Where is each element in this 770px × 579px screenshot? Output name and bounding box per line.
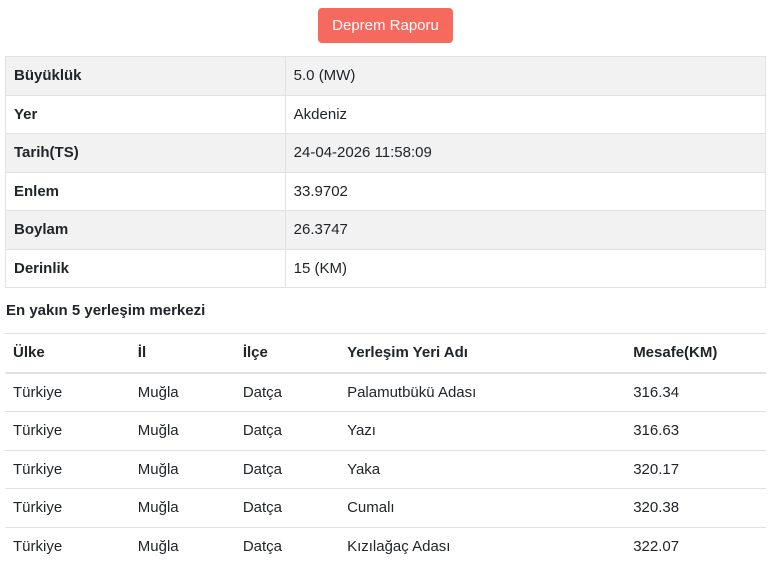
table-cell: Türkiye [5, 526, 130, 565]
detail-label: Yer [5, 94, 286, 134]
table-cell: Muğla [129, 526, 235, 565]
table-header-row: Ülke İl İlçe Yerleşim Yeri Adı Mesafe(KM) [5, 333, 766, 374]
detail-label: Enlem [5, 171, 286, 211]
column-header: İl [129, 333, 235, 374]
table-cell: 320.38 [625, 488, 766, 527]
column-header: Yerleşim Yeri Adı [339, 333, 626, 374]
table-cell: Türkiye [5, 449, 130, 489]
nearest-settlements-heading: En yakın 5 yerleşim merkezi [6, 302, 206, 319]
column-header: İlçe [234, 333, 340, 374]
table-cell: Muğla [129, 488, 235, 527]
column-header: Mesafe(KM) [625, 333, 766, 374]
detail-row: Boylam 26.3747 [5, 210, 767, 250]
table-cell: Palamutbükü Adası [339, 372, 626, 412]
table-cell: Datça [234, 372, 340, 412]
table-cell: Yaka [339, 449, 626, 489]
detail-row: Büyüklük 5.0 (MW) [5, 56, 767, 96]
detail-row: Yer Akdeniz [5, 94, 767, 134]
table-cell: 316.34 [625, 372, 766, 412]
detail-label: Büyüklük [5, 56, 286, 96]
detail-row: Tarih(TS) 24-04-2026 11:58:09 [5, 133, 767, 173]
table-cell: Muğla [129, 372, 235, 412]
table-cell: Türkiye [5, 488, 130, 527]
table-cell: Türkiye [5, 372, 130, 412]
deprem-raporu-button[interactable]: Deprem Raporu [318, 8, 453, 43]
detail-label: Tarih(TS) [5, 133, 286, 173]
table-cell: 322.07 [625, 526, 766, 565]
earthquake-details-table: Büyüklük 5.0 (MW) Yer Akdeniz Tarih(TS) 24-04… [5, 56, 767, 288]
detail-value: 26.3747 [284, 210, 767, 250]
table-cell: Muğla [129, 449, 235, 489]
table-cell: Datça [234, 449, 340, 489]
table-cell: Datça [234, 488, 340, 527]
detail-value: 5.0 (MW) [284, 56, 767, 96]
earthquake-report-page: Deprem Raporu Büyüklük 5.0 (MW) Yer Akdeniz… [0, 0, 770, 579]
table-row: Türkiye Muğla Datça Palamutbükü Adası 316.34 [5, 372, 766, 412]
table-cell: 316.63 [625, 411, 766, 450]
table-cell: 320.17 [625, 449, 766, 489]
table-cell: Cumalı [339, 488, 626, 527]
table-cell: Yazı [339, 411, 626, 450]
table-cell: Kızılağaç Adası [339, 526, 626, 565]
table-cell: Datça [234, 411, 340, 450]
detail-value: 33.9702 [284, 171, 767, 211]
table-row: Türkiye Muğla Datça Cumalı 320.38 [5, 488, 766, 527]
table-row: Türkiye Muğla Datça Kızılağaç Adası 322.07 [5, 526, 766, 565]
detail-label: Boylam [5, 210, 286, 250]
nearest-settlements-table: Ülke İl İlçe Yerleşim Yeri Adı Mesafe(KM) Tü… [5, 333, 766, 565]
detail-row: Derinlik 15 (KM) [5, 248, 767, 288]
table-cell: Datça [234, 526, 340, 565]
detail-row: Enlem 33.9702 [5, 171, 767, 211]
detail-value: 24-04-2026 11:58:09 [284, 133, 767, 173]
detail-value: 15 (KM) [284, 248, 767, 288]
detail-value: Akdeniz [284, 94, 767, 134]
table-row: Türkiye Muğla Datça Yazı 316.63 [5, 411, 766, 450]
table-row: Türkiye Muğla Datça Yaka 320.17 [5, 449, 766, 489]
table-cell: Türkiye [5, 411, 130, 450]
column-header: Ülke [5, 333, 130, 374]
report-button-row: Deprem Raporu [5, 8, 766, 43]
table-cell: Muğla [129, 411, 235, 450]
detail-label: Derinlik [5, 248, 286, 288]
